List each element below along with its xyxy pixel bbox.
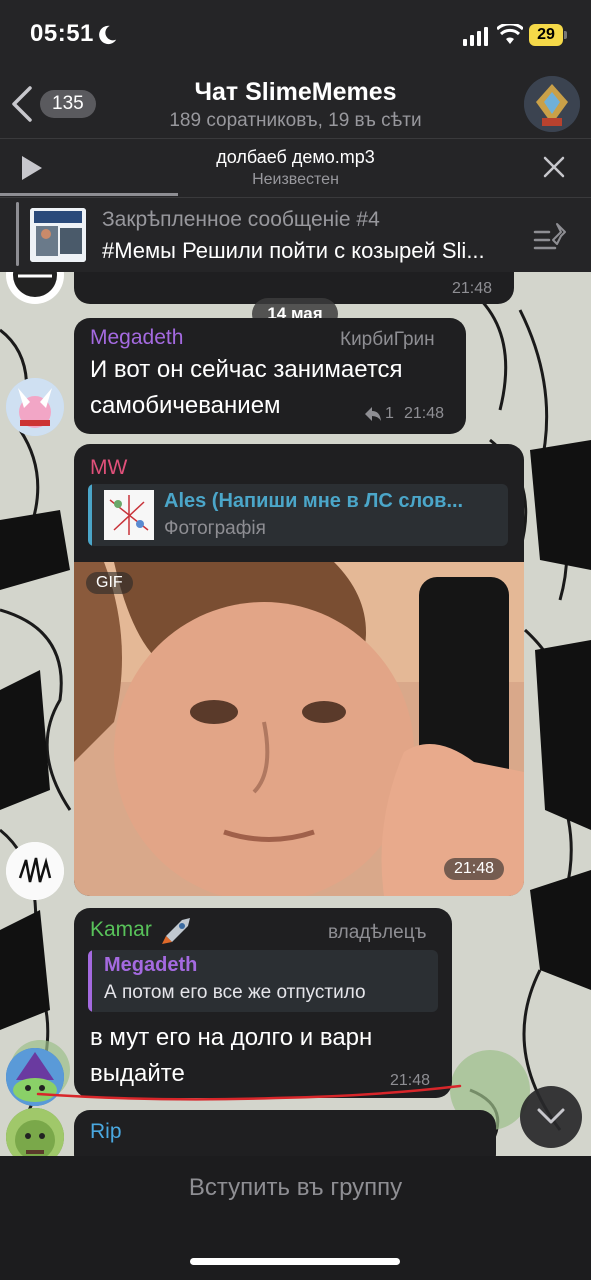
- track-artist: Неизвестен: [252, 171, 339, 188]
- status-time: 05:51: [30, 20, 94, 47]
- message-text-line-1: И вот он сейчас занимается: [90, 356, 403, 383]
- moon-icon: [99, 25, 117, 45]
- unread-count-badge: 135: [40, 90, 96, 118]
- avatar-rip[interactable]: [6, 1108, 64, 1156]
- member-role: владѣлецъ: [328, 922, 427, 943]
- sender-name[interactable]: Kamar: [90, 918, 152, 942]
- message-bubble-mw[interactable]: MW Ales (Напиши мне в ЛС слов... Фотогра…: [74, 444, 524, 896]
- home-indicator[interactable]: [190, 1258, 400, 1265]
- reply-preview[interactable]: Megadeth А потом его все же отпустило: [88, 950, 438, 1012]
- message-bubble-kamar[interactable]: Kamar владѣлецъ Megadeth А потом его все…: [74, 908, 452, 1098]
- join-group-button[interactable]: Вступить въ группу: [100, 1174, 491, 1202]
- chat-header: 135 Чат SlimeMemes 189 соратниковъ, 19 в…: [0, 70, 591, 138]
- reply-text: Фотографія: [164, 518, 266, 539]
- audio-player-bar[interactable]: долбаеб демо.mp3 Неизвестен: [0, 139, 591, 197]
- wifi-icon: [497, 24, 523, 44]
- chevron-down-icon: [537, 1108, 565, 1124]
- message-list[interactable]: 21:48 14 мая Megadeth КирбиГрин И вот он…: [0, 272, 591, 1156]
- message-time: 21:48: [444, 858, 505, 880]
- group-avatar[interactable]: [524, 76, 580, 132]
- track-title: долбаеб демо.mp3: [216, 147, 375, 167]
- reply-icon[interactable]: [364, 406, 382, 422]
- chevron-left-icon: [12, 86, 32, 122]
- join-bar: Вступить въ группу: [0, 1156, 591, 1280]
- message-text-line-1: в мут его на долго и варн: [90, 1024, 373, 1051]
- status-bar: 05:51 29: [0, 0, 591, 70]
- reply-preview[interactable]: Ales (Напиши мне в ЛС слов... Фотографія: [88, 484, 508, 546]
- gif-media[interactable]: GIF 21:48: [74, 562, 524, 896]
- play-icon[interactable]: [20, 155, 44, 181]
- pinned-list-icon[interactable]: [533, 222, 569, 250]
- back-button[interactable]: 135: [10, 84, 96, 124]
- sender-name[interactable]: Rip: [90, 1120, 122, 1144]
- reply-sender: Ales (Напиши мне в ЛС слов...: [164, 490, 464, 512]
- reply-text: А потом его все же отпустило: [104, 982, 366, 1003]
- pinned-text: #Мемы Решили пойти с козырей Sli...: [102, 238, 485, 263]
- reply-sender: Megadeth: [104, 954, 198, 976]
- sender-name[interactable]: MW: [90, 456, 127, 480]
- pinned-indicator: [16, 202, 19, 266]
- chat-subtitle: 189 соратниковъ, 19 въ сѣти: [169, 110, 422, 131]
- reply-thumbnail: [104, 490, 154, 540]
- top-chrome: 05:51 29 135 Чат SlimeMemes 189 соратник…: [0, 0, 591, 272]
- rocket-emoji-icon: [162, 918, 190, 944]
- avatar[interactable]: [6, 272, 64, 304]
- member-role: КирбиГрин: [340, 329, 435, 350]
- pinned-thumbnail: [30, 208, 86, 262]
- scroll-to-bottom-button[interactable]: [520, 1086, 582, 1148]
- avatar-mw[interactable]: [6, 842, 64, 900]
- sender-name[interactable]: Megadeth: [90, 326, 183, 350]
- pinned-message-bar[interactable]: Закрѣпленное сообщеніе #4 #Мемы Решили п…: [0, 198, 591, 272]
- reply-count: 1: [385, 405, 394, 422]
- cellular-signal-icon: [463, 27, 488, 46]
- message-time: 21:48: [404, 405, 445, 422]
- battery-level: 29: [529, 24, 563, 46]
- playback-progress[interactable]: [0, 193, 178, 196]
- battery-icon: 29: [529, 24, 569, 46]
- pinned-title: Закрѣпленное сообщеніе #4: [102, 208, 380, 231]
- message-text-line-2: самобичеванием: [90, 392, 281, 419]
- red-underline-annotation: [36, 1084, 462, 1101]
- message-time: 21:48: [452, 280, 493, 297]
- message-bubble-megadeth[interactable]: Megadeth КирбиГрин И вот он сейчас заним…: [74, 318, 466, 434]
- gif-badge: GIF: [86, 572, 133, 594]
- close-icon[interactable]: [543, 156, 565, 178]
- message-bubble-rip[interactable]: Rip: [74, 1110, 496, 1156]
- chat-title[interactable]: Чат SlimeMemes: [100, 78, 491, 107]
- avatar-megadeth[interactable]: [6, 378, 64, 436]
